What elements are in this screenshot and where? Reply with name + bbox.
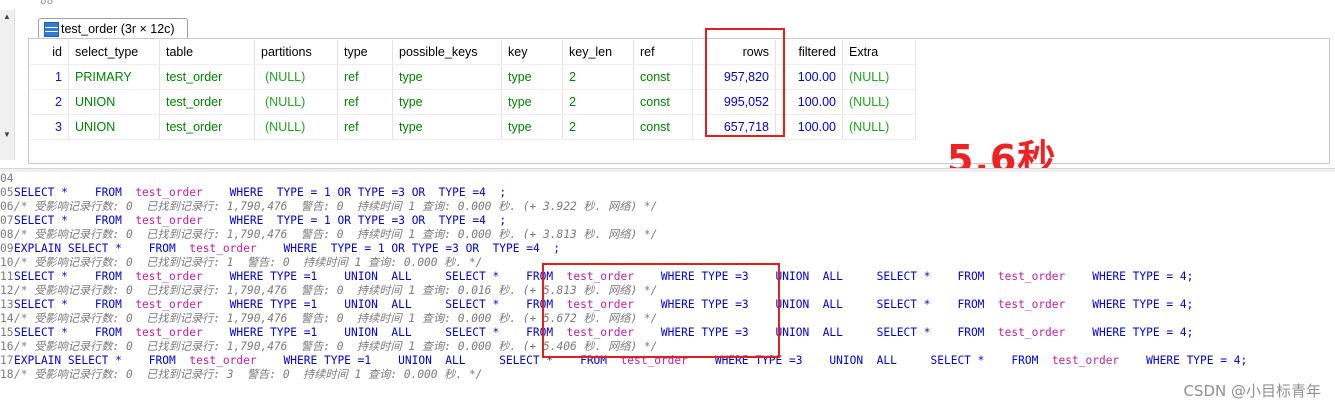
cell-possible-keys[interactable]: type <box>392 89 502 115</box>
column-header-extra[interactable]: Extra <box>842 40 916 65</box>
tab-result-test-order[interactable]: test_order (3r × 12c) <box>38 18 188 39</box>
log-comment: /* 受影响记录行数: 0 已找到记录行: 1 警告: 0 持续时间 1 查询:… <box>14 256 483 269</box>
log-line-number: 11 <box>0 270 14 283</box>
cell-possible-keys[interactable]: type <box>392 64 502 90</box>
log-sql: SELECT * FROM test_order WHERE TYPE = 1 … <box>14 214 507 227</box>
log-line-number: 04 <box>0 172 14 185</box>
cell-select-type[interactable]: PRIMARY <box>68 64 160 90</box>
column-header-key[interactable]: key <box>501 40 563 65</box>
scroll-down-icon[interactable]: ▼ <box>3 130 11 139</box>
log-line-number: 09 <box>0 242 14 255</box>
cell-select-type[interactable]: UNION <box>68 89 160 115</box>
log-line-number: 06 <box>0 200 14 213</box>
cell-extra[interactable]: (NULL) <box>842 114 916 140</box>
log-line[interactable]: 10/* 受影响记录行数: 0 已找到记录行: 1 警告: 0 持续时间 1 查… <box>0 256 482 270</box>
column-header-partitions[interactable]: partitions <box>254 40 338 65</box>
cell-type[interactable]: ref <box>337 114 393 140</box>
log-sql: SELECT * FROM test_order WHERE TYPE = 1 … <box>14 186 507 199</box>
cell-ref[interactable]: const <box>633 114 693 140</box>
log-line-number: 10 <box>0 256 14 269</box>
log-line-number: 14 <box>0 312 14 325</box>
cell-key[interactable]: type <box>501 114 563 140</box>
log-line-number: 17 <box>0 354 14 367</box>
union-segment-highlight <box>542 263 780 358</box>
cell-filtered[interactable]: 100.00 <box>775 114 843 140</box>
log-line-number: 08 <box>0 228 14 241</box>
cell-filtered[interactable]: 100.00 <box>775 89 843 115</box>
cell-table[interactable]: test_order <box>159 114 255 140</box>
editor-top-strip: 88 <box>0 0 1335 10</box>
log-line-number: 12 <box>0 284 14 297</box>
column-header-type[interactable]: type <box>337 40 393 65</box>
log-line-number: 07 <box>0 214 14 227</box>
log-line-number: 15 <box>0 326 14 339</box>
log-line[interactable]: 18/* 受影响记录行数: 0 已找到记录行: 3 警告: 0 持续时间 1 查… <box>0 368 482 382</box>
watermark: CSDN @小目标青年 <box>1183 382 1321 400</box>
column-header-table[interactable]: table <box>159 40 255 65</box>
rows-column-highlight <box>705 28 785 137</box>
cell-select-type[interactable]: UNION <box>68 114 160 140</box>
cell-id[interactable]: 2 <box>30 89 69 115</box>
cell-id[interactable]: 1 <box>30 64 69 90</box>
cell-partitions[interactable]: (NULL) <box>254 114 338 140</box>
log-line-number: 13 <box>0 298 14 311</box>
vertical-scrollbar[interactable]: ▲ ▼ <box>0 10 15 160</box>
table-grid-icon <box>44 22 59 37</box>
cell-type[interactable]: ref <box>337 64 393 90</box>
cell-possible-keys[interactable]: type <box>392 114 502 140</box>
cell-extra[interactable]: (NULL) <box>842 89 916 115</box>
cell-key-len[interactable]: 2 <box>562 64 634 90</box>
column-header-id[interactable]: id <box>30 40 69 65</box>
log-line[interactable]: 06/* 受影响记录行数: 0 已找到记录行: 1,790,476 警告: 0 … <box>0 200 657 214</box>
column-header-filtered[interactable]: filtered <box>775 40 843 65</box>
column-header-key-len[interactable]: key_len <box>562 40 634 65</box>
cell-key-len[interactable]: 2 <box>562 114 634 140</box>
cell-table[interactable]: test_order <box>159 64 255 90</box>
cell-partitions[interactable]: (NULL) <box>254 89 338 115</box>
log-line[interactable]: 05SELECT * FROM test_order WHERE TYPE = … <box>0 186 506 200</box>
cell-ref[interactable]: const <box>633 64 693 90</box>
cell-filtered[interactable]: 100.00 <box>775 64 843 90</box>
log-sql: EXPLAIN SELECT * FROM test_order WHERE T… <box>14 242 560 255</box>
cell-type[interactable]: ref <box>337 89 393 115</box>
cell-partitions[interactable]: (NULL) <box>254 64 338 90</box>
cell-ref[interactable]: const <box>633 89 693 115</box>
cell-key-len[interactable]: 2 <box>562 89 634 115</box>
log-line[interactable]: 09EXPLAIN SELECT * FROM test_order WHERE… <box>0 242 560 256</box>
cell-id[interactable]: 3 <box>30 114 69 140</box>
log-line[interactable]: 08/* 受影响记录行数: 0 已找到记录行: 1,790,476 警告: 0 … <box>0 228 657 242</box>
log-line-number: 18 <box>0 368 14 381</box>
log-line-number: 05 <box>0 186 14 199</box>
log-line[interactable]: 04 <box>0 172 14 186</box>
column-header-possible-keys[interactable]: possible_keys <box>392 40 502 65</box>
log-comment: /* 受影响记录行数: 0 已找到记录行: 1,790,476 警告: 0 持续… <box>14 200 658 213</box>
cell-key[interactable]: type <box>501 89 563 115</box>
log-comment: /* 受影响记录行数: 0 已找到记录行: 1,790,476 警告: 0 持续… <box>14 228 658 241</box>
column-header-ref[interactable]: ref <box>633 40 693 65</box>
cutoff-line-number: 88 <box>40 0 54 7</box>
log-line[interactable]: 07SELECT * FROM test_order WHERE TYPE = … <box>0 214 506 228</box>
scroll-up-icon[interactable]: ▲ <box>3 12 11 21</box>
tab-label: test_order (3r × 12c) <box>61 22 175 36</box>
cell-table[interactable]: test_order <box>159 89 255 115</box>
cell-key[interactable]: type <box>501 64 563 90</box>
log-line-number: 16 <box>0 340 14 353</box>
log-comment: /* 受影响记录行数: 0 已找到记录行: 3 警告: 0 持续时间 1 查询:… <box>14 368 483 381</box>
cell-extra[interactable]: (NULL) <box>842 64 916 90</box>
column-header-select-type[interactable]: select_type <box>68 40 160 65</box>
